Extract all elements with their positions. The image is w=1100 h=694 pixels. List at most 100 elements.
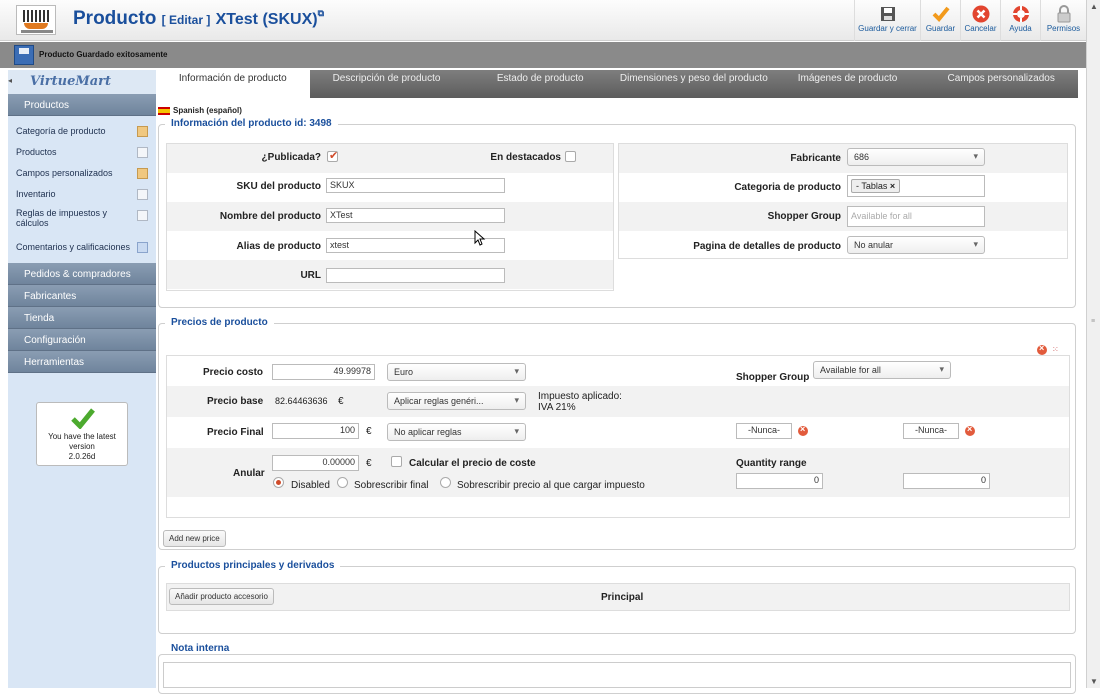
custom-fields-icon	[137, 168, 148, 179]
sidebar-section-productos[interactable]: Productos	[8, 94, 156, 116]
precio-final-input[interactable]: 100	[272, 423, 359, 439]
precio-base-label: Precio base	[207, 396, 264, 407]
precio-costo-input[interactable]: 49.99978	[272, 364, 375, 380]
save-close-button[interactable]: Guardar y cerrar	[854, 0, 920, 41]
categoria-tag-label: - Tablas	[856, 181, 888, 191]
sidebar-item-inventario[interactable]: Inventario	[8, 183, 156, 204]
fabricante-select[interactable]: 686	[847, 148, 985, 166]
sidebar-section-pedidos[interactable]: Pedidos & compradores	[8, 263, 156, 285]
calcular-checkbox[interactable]	[391, 456, 402, 467]
message-bar: Producto Guardado exitosamente	[0, 42, 1086, 68]
sidebar-logo-bar: ◂ VirtueMart	[8, 70, 156, 94]
row-pagina: Pagina de detalles de producto No anular	[619, 231, 1067, 260]
save-check-icon	[932, 6, 950, 22]
permissions-button[interactable]: Permisos	[1040, 0, 1086, 41]
shopper-group-input[interactable]: Available for all	[847, 206, 985, 227]
cancel-button[interactable]: Cancelar	[960, 0, 1000, 41]
radio-sobrescribir-final[interactable]	[337, 477, 348, 488]
sidebar-item-label: Productos	[16, 147, 57, 157]
quantity-to-input[interactable]: 0	[903, 473, 990, 489]
mouse-cursor-icon	[474, 230, 486, 246]
main-content: Spanish (español) Información del produc…	[156, 98, 1078, 694]
pagina-label: Pagina de detalles de producto	[693, 241, 841, 252]
currency-select[interactable]: Euro	[387, 363, 526, 381]
sidebar-section-herramientas[interactable]: Herramientas	[8, 351, 156, 373]
anular-label: Anular	[233, 468, 265, 479]
sku-input[interactable]: SKUX	[326, 178, 505, 193]
alias-label: Alias de producto	[236, 241, 321, 252]
save-close-label: Guardar y cerrar	[858, 24, 917, 33]
page-title: Producto [ Editar ] XTest (SKUX)⧉	[73, 8, 324, 30]
categoria-multiselect[interactable]: - Tablas ×	[847, 175, 985, 197]
version-number: 2.0.26d	[68, 452, 96, 461]
version-line1: You have the latest	[48, 432, 116, 441]
nombre-input[interactable]: XTest	[326, 208, 505, 223]
sidebar-item-label: Categoría de producto	[16, 126, 106, 136]
quantity-range-label: Quantity range	[736, 458, 807, 469]
add-new-price-button[interactable]: Add new price	[163, 530, 226, 547]
scroll-grip-icon[interactable]: ≡	[1091, 318, 1095, 325]
nota-legend: Nota interna	[165, 643, 236, 654]
categoria-label: Categoria de producto	[734, 182, 841, 193]
sidebar-item-reglas[interactable]: Reglas de impuestos y cálculos	[8, 204, 156, 236]
tab-informacion[interactable]: Información de producto	[156, 70, 310, 98]
prices-legend: Precios de producto	[165, 317, 274, 328]
categoria-tag: - Tablas ×	[851, 179, 901, 193]
sidebar-item-label: Campos personalizados	[16, 168, 113, 178]
fabricante-label: Fabricante	[790, 153, 841, 164]
sidebar-item-comentarios[interactable]: Comentarios y calificaciones	[8, 236, 156, 257]
tab-estado[interactable]: Estado de producto	[463, 70, 617, 98]
publicada-checkbox[interactable]	[327, 149, 338, 162]
nombre-label: Nombre del producto	[219, 211, 321, 222]
drag-price-icon[interactable]: ⁙	[1052, 345, 1059, 354]
destacados-checkbox[interactable]	[565, 151, 576, 162]
header: Producto [ Editar ] XTest (SKUX)⧉ Guarda…	[0, 0, 1086, 41]
sidebar-menu: Categoría de producto Productos Campos p…	[8, 120, 156, 257]
category-icon	[137, 126, 148, 137]
sidebar-section-tienda[interactable]: Tienda	[8, 307, 156, 329]
edit-label: [ Editar ]	[161, 13, 211, 27]
tab-imagenes[interactable]: Imágenes de producto	[771, 70, 925, 98]
tab-descripcion[interactable]: Descripción de producto	[310, 70, 464, 98]
collapse-sidebar-icon[interactable]: ◂	[8, 76, 12, 85]
date-from-input[interactable]: -Nunca-	[736, 423, 792, 439]
page-scrollbar[interactable]: ▲ ≡ ▼	[1086, 0, 1100, 688]
tab-dimensiones[interactable]: Dimensiones y peso del producto	[617, 70, 771, 98]
radio-sobrescribir-carga[interactable]	[440, 477, 451, 488]
url-label: URL	[300, 270, 321, 281]
save-button[interactable]: Guardar	[920, 0, 960, 41]
sidebar-item-productos[interactable]: Productos	[8, 141, 156, 162]
clear-date-from-icon[interactable]	[798, 424, 808, 436]
related-table: Añadir producto accesorio Principal	[166, 583, 1070, 611]
url-input[interactable]	[326, 268, 505, 283]
base-rule-select[interactable]: Aplicar reglas genéri...	[387, 392, 526, 410]
sidebar: ◂ VirtueMart Productos Categoría de prod…	[8, 70, 156, 688]
sidebar-section-fabricantes[interactable]: Fabricantes	[8, 285, 156, 307]
price-shopper-select[interactable]: Available for all	[813, 361, 951, 379]
date-to-input[interactable]: -Nunca-	[903, 423, 959, 439]
floppy-icon	[14, 45, 34, 65]
remove-tag-icon[interactable]: ×	[890, 181, 895, 191]
scroll-down-icon[interactable]: ▼	[1090, 677, 1098, 686]
add-accessory-button[interactable]: Añadir producto accesorio	[169, 588, 274, 605]
row-anular: Anular 0.00000 € Calcular el precio de c…	[167, 448, 1069, 497]
pagina-select[interactable]: No anular	[847, 236, 985, 254]
save-close-icon	[880, 7, 895, 21]
final-rule-select[interactable]: No aplicar reglas	[387, 423, 526, 441]
anular-input[interactable]: 0.00000	[272, 455, 359, 471]
radio-disabled[interactable]	[273, 477, 284, 488]
remove-price-icon[interactable]	[1037, 343, 1047, 355]
sidebar-item-categoria[interactable]: Categoría de producto	[8, 120, 156, 141]
tab-campos[interactable]: Campos personalizados	[924, 70, 1078, 98]
quantity-from-input[interactable]: 0	[736, 473, 823, 489]
nota-textarea[interactable]	[163, 662, 1071, 688]
help-button[interactable]: Ayuda	[1000, 0, 1040, 41]
scroll-up-icon[interactable]: ▲	[1090, 2, 1098, 11]
help-icon	[1012, 6, 1029, 22]
clear-date-to-icon[interactable]	[965, 424, 975, 436]
external-link-icon[interactable]: ⧉	[318, 8, 324, 18]
sidebar-section-configuracion[interactable]: Configuración	[8, 329, 156, 351]
precio-costo-label: Precio costo	[203, 367, 264, 378]
checkmark-icon	[71, 408, 95, 429]
sidebar-item-campos[interactable]: Campos personalizados	[8, 162, 156, 183]
